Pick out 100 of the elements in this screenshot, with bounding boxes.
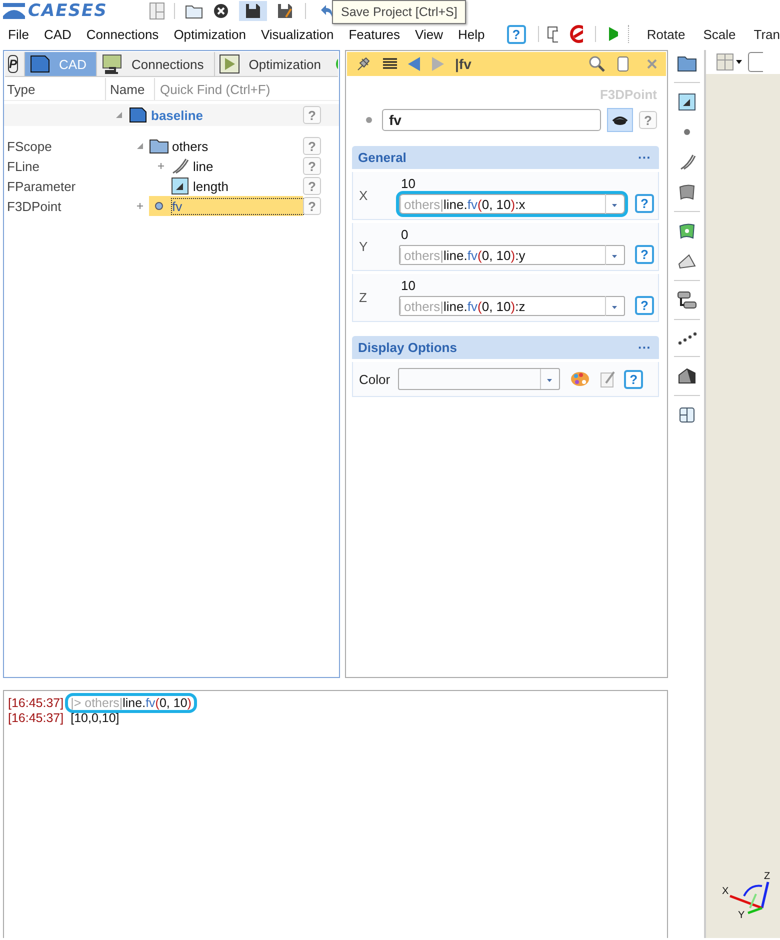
expand-icon[interactable] — [136, 202, 144, 210]
column-header[interactable]: Type — [4, 78, 106, 100]
section-header[interactable]: Display Options ··· — [352, 336, 659, 359]
eye-icon — [612, 114, 628, 126]
menu-item[interactable]: View — [415, 26, 443, 42]
type-cell-text: FParameter — [6, 178, 77, 194]
grid-view-icon[interactable] — [716, 53, 742, 71]
document-icon[interactable] — [616, 56, 630, 72]
panel-tab[interactable]: Optimization — [214, 52, 331, 76]
expand-icon[interactable] — [157, 162, 165, 170]
help-button[interactable]: ? — [635, 244, 654, 264]
nodes-icon[interactable] — [677, 291, 697, 309]
curve-icon[interactable] — [678, 153, 696, 171]
solid-icon[interactable] — [677, 252, 697, 270]
menu-item[interactable]: Optimization — [174, 26, 246, 42]
column-header[interactable]: Name — [106, 78, 155, 100]
folder-icon — [149, 137, 169, 155]
tree-item[interactable]: baseline — [128, 104, 303, 126]
field-label: X — [359, 188, 369, 202]
section-menu[interactable]: ··· — [638, 150, 651, 165]
close-icon[interactable] — [213, 3, 229, 19]
type-cell-text: FLine — [6, 158, 41, 174]
menu-item[interactable]: Features — [348, 26, 400, 42]
expression-field[interactable]: others|line.fv(0, 10):y — [399, 245, 625, 265]
panel-tab[interactable]: Connections — [96, 52, 214, 76]
expression-field[interactable]: others|line.fv(0, 10):x — [399, 194, 625, 214]
toolbar-button[interactable]: Tran — [754, 26, 780, 42]
box-icon[interactable] — [678, 406, 696, 424]
field-label: Color — [359, 372, 390, 386]
axis-label: Y — [738, 910, 745, 920]
section-title: Display Options — [358, 340, 457, 355]
logo-icon — [2, 2, 26, 20]
tree-item[interactable]: line — [170, 156, 303, 176]
shaded-solid-icon[interactable] — [677, 367, 697, 385]
axis-label: X — [722, 886, 729, 897]
visibility-button[interactable] — [607, 108, 633, 132]
list-icon[interactable] — [383, 58, 397, 70]
panel-title: |fv — [455, 56, 472, 72]
parameter-icon[interactable] — [678, 93, 696, 111]
folder-icon[interactable] — [185, 3, 203, 19]
console-message: [10,0,10] — [70, 710, 120, 724]
tree-item-label[interactable]: length — [193, 178, 232, 194]
menu-item[interactable]: CAD — [44, 26, 72, 42]
toolbar-button[interactable]: Rotate — [646, 26, 686, 42]
menu-item[interactable]: File — [8, 26, 29, 42]
cad-icon[interactable] — [29, 54, 52, 74]
menu-item[interactable]: Visualization — [260, 26, 334, 42]
dotted-line-icon[interactable] — [677, 330, 697, 346]
tree-item-label[interactable]: fv — [172, 198, 303, 214]
monitor-icon[interactable] — [101, 54, 124, 74]
folder-icon[interactable] — [677, 54, 697, 72]
help-button[interactable]: ? — [635, 194, 654, 212]
field-label: Y — [359, 238, 369, 254]
tree-item-label[interactable]: line — [193, 158, 218, 174]
layout-icon[interactable] — [148, 2, 166, 20]
section-header[interactable]: General ··· — [352, 146, 659, 169]
collapse-icon[interactable] — [115, 111, 123, 119]
edit-icon[interactable] — [600, 370, 616, 388]
color-dropdown[interactable] — [398, 368, 560, 390]
console-message: |> others|line.fv(0, 10) — [68, 696, 194, 710]
section-menu[interactable]: ··· — [638, 340, 651, 355]
field-value: 10 — [400, 278, 416, 293]
tree-item[interactable]: fv — [149, 196, 303, 216]
axis-label: Z — [764, 871, 770, 882]
help-button[interactable]: ? — [506, 24, 526, 44]
curve-icon — [170, 157, 190, 175]
help-button[interactable]: ? — [624, 370, 644, 388]
search-icon[interactable] — [588, 55, 606, 73]
surface-icon[interactable] — [678, 183, 696, 201]
section-title: General — [358, 150, 406, 165]
save-icon[interactable] — [245, 3, 261, 19]
type-cell-text: FScope — [6, 138, 53, 154]
tooltip: Save Project [Ctrl+S] — [332, 0, 466, 24]
quick-find-field[interactable]: Quick Find (Ctrl+F) — [155, 78, 339, 100]
view-button[interactable] — [748, 52, 763, 72]
back-arrow-icon[interactable] — [407, 56, 421, 72]
tree-item[interactable]: length — [170, 176, 303, 196]
expression-field[interactable]: others|line.fv(0, 10):z — [399, 296, 625, 316]
palette-icon[interactable] — [570, 370, 590, 388]
tree-item-label[interactable]: baseline — [151, 108, 208, 122]
collapse-icon[interactable] — [136, 142, 144, 150]
console-timestamp: [16:45:37] — [8, 710, 64, 724]
name-field[interactable]: fv — [382, 109, 601, 131]
parameter-icon — [170, 177, 190, 195]
pin-button[interactable]: P — [8, 55, 18, 73]
tree-item-label[interactable]: others — [172, 138, 212, 154]
field-value: 0 — [400, 227, 410, 242]
surface-icon[interactable] — [678, 222, 696, 240]
save-as-icon[interactable] — [277, 3, 293, 19]
app-logo: CAESES — [28, 1, 108, 21]
cad-icon — [128, 106, 148, 124]
play-icon[interactable] — [218, 54, 241, 74]
toolbar-button[interactable]: Scale — [703, 26, 736, 42]
menu-item[interactable]: Connections — [86, 26, 159, 42]
type-cell-text: F3DPoint — [6, 198, 62, 214]
help-button[interactable]: ? — [635, 296, 654, 314]
console-timestamp: [16:45:37] — [8, 696, 64, 710]
field-value: 10 — [400, 176, 416, 191]
tree-item[interactable]: others — [149, 136, 303, 156]
menu-item[interactable]: Help — [458, 26, 485, 42]
